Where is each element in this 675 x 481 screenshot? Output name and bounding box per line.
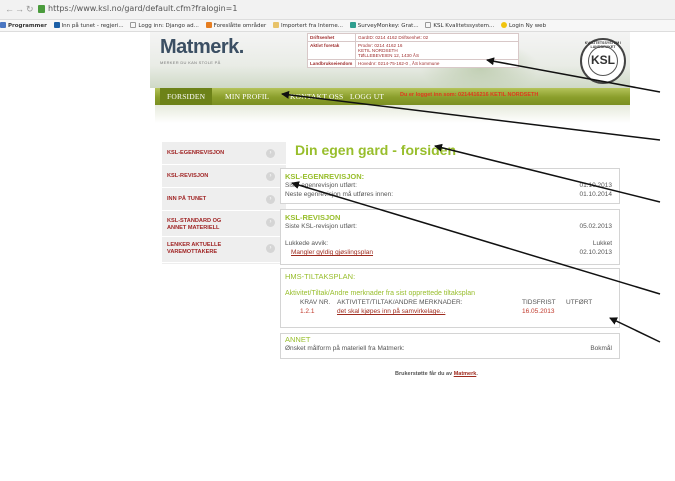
hms-row-tiltak-link[interactable]: det skal kjøpes inn på samvirkelage...	[337, 308, 445, 315]
sidebar-item-inn-pa-tunet[interactable]: INN PÅ TUNET ›	[162, 188, 286, 211]
arrow-icon: ›	[266, 149, 275, 158]
seal-text: KSL	[591, 53, 615, 67]
hms-col-utfort: UTFØRT	[566, 299, 593, 306]
lock-icon	[38, 5, 45, 13]
site-icon	[53, 22, 60, 28]
back-icon[interactable]: ←	[5, 4, 14, 14]
bookmark-item[interactable]: Login Ny web	[500, 20, 546, 31]
hms-col-frist: TIDSFRIST	[522, 299, 556, 306]
revisjon-last-label: Siste KSL-revisjon utført:	[285, 223, 357, 230]
annet-label: Ønsket målform på materiell fra Matmerk:	[285, 345, 405, 352]
info-label: Driftsenhet	[307, 33, 356, 42]
nav-shadow	[155, 105, 630, 123]
nav-forsiden[interactable]: FORSIDEN	[167, 92, 205, 101]
sidebar-item-label: KSL-STANDARD OG ANNET MATERIELL	[167, 218, 222, 231]
arrow-icon: ›	[266, 218, 275, 227]
site-icon	[205, 22, 212, 28]
matmerk-link[interactable]: Matmerk	[454, 371, 477, 377]
bookmark-item[interactable]: Logg inn: Django ad...	[130, 20, 199, 31]
bookmark-item[interactable]: Programmer	[0, 20, 47, 31]
site-icon	[349, 22, 356, 28]
page-icon	[130, 22, 137, 28]
support-text: Brukerstøtte får du av Matmerk.	[395, 371, 478, 377]
sidebar-item-label: INN PÅ TUNET	[167, 196, 207, 202]
info-label: Landbrukseiendom	[307, 59, 356, 68]
info-value: GardID: 0214 4162 Driftsenhet: 02	[355, 33, 519, 42]
nav-logg-ut[interactable]: LOGG UT	[350, 92, 384, 101]
revisjon-heading: KSL-REVISJON	[285, 213, 341, 222]
support-label: Brukerstøtte får du av	[395, 371, 453, 377]
logged-in-status: Du er logget inn som: 0214416216 KETIL N…	[400, 92, 539, 98]
arrow-icon: ›	[266, 244, 275, 253]
bookmarks-bar: Programmer Inn på tunet - regjeri... Log…	[0, 20, 675, 32]
egen-last-label: Siste egenrevisjon utført:	[285, 182, 357, 189]
sidebar-item-label: LENKER AKTUELLE VAREMOTTAKERE	[167, 242, 222, 255]
hms-subheading: Aktivitet/Tiltak/Andre merknader fra sis…	[285, 290, 475, 297]
avvik-status: Lukket	[592, 240, 612, 247]
page-icon	[425, 22, 432, 28]
sidebar-item-revisjon[interactable]: KSL-REVISJON ›	[162, 165, 286, 188]
egen-next-label: Neste egenrevisjon må utføres innen:	[285, 191, 394, 198]
forward-icon[interactable]: →	[15, 4, 24, 14]
nav-min-profil[interactable]: MIN PROFIL	[225, 92, 269, 101]
folder-icon	[272, 22, 279, 28]
arrow-icon: ›	[266, 172, 275, 181]
ksl-seal-logo: KVALITETSSYSTEM I LANDBRUKET KSL	[580, 38, 626, 84]
bookmark-item[interactable]: SurveyMonkey: Grat...	[349, 20, 419, 31]
hms-col-krav: KRAV NR.	[300, 299, 331, 306]
egen-last-date: 01.10.2013	[579, 182, 612, 189]
bookmark-item[interactable]: Foreslåtte områder	[205, 20, 266, 31]
info-row: Driftsenhet GardID: 0214 4162 Driftsenhe…	[307, 33, 519, 42]
hms-row-frist: 16.05.2013	[522, 308, 555, 315]
bookmark-item[interactable]: Importert fra Interne...	[272, 20, 343, 31]
browser-address-bar: ← → ↻ https://www.ksl.no/gard/default.cf…	[0, 0, 675, 20]
annet-value: Bokmål	[590, 345, 612, 352]
info-row: Landbrukseiendom Hovednr: 0214-75-162-0 …	[307, 59, 519, 68]
hms-col-tiltak: AKTIVITET/TILTAK/ANDRE MERKNADER:	[337, 299, 463, 306]
reload-icon[interactable]: ↻	[26, 4, 34, 15]
sidebar-item-label: KSL-REVISJON	[167, 173, 209, 179]
logo-tagline: MERKER DU KAN STOLE PÅ	[160, 60, 221, 65]
support-dot: .	[476, 371, 478, 377]
nav-kontakt-oss[interactable]: KONTAKT OSS	[290, 92, 343, 101]
bookmark-item[interactable]: KSL Kvalitetssystem...	[425, 20, 494, 31]
farm-info-table: Driftsenhet GardID: 0214 4162 Driftsenhe…	[307, 33, 519, 68]
egenrevisjon-heading: KSL-EGENREVISJON:	[285, 172, 365, 181]
hms-heading: HMS-TILTAKSPLAN:	[285, 272, 356, 281]
avvik-label: Lukkede avvik:	[285, 240, 328, 247]
url-field[interactable]: https://www.ksl.no/gard/default.cfm?fral…	[48, 4, 237, 13]
matmerk-logo[interactable]: Matmerk.	[160, 36, 244, 59]
annet-heading: ANNET	[285, 335, 311, 344]
apps-icon	[0, 22, 6, 28]
sidebar-item-egenrevisjon[interactable]: KSL-EGENREVISJON ›	[162, 142, 286, 165]
sidebar-item-standard[interactable]: KSL-STANDARD OG ANNET MATERIELL ›	[162, 211, 286, 237]
page-title: Din egen gard - forsiden	[295, 142, 457, 158]
arrow-icon: ›	[266, 195, 275, 204]
sidebar-item-lenker[interactable]: LENKER AKTUELLE VAREMOTTAKERE ›	[162, 237, 286, 263]
site-icon	[500, 22, 507, 28]
bookmark-item[interactable]: Inn på tunet - regjeri...	[53, 20, 124, 31]
info-value: Hovednr: 0214-75-162-0 , ÅS kommune	[355, 59, 519, 68]
hms-row-krav: 1.2.1	[300, 308, 315, 315]
info-row: Aktivt foretak Prodnr: 0214 4162 16 KETI…	[307, 41, 519, 60]
avvik-date: 02.10.2013	[579, 249, 612, 256]
revisjon-last-date: 05.02.2013	[579, 223, 612, 230]
avvik-link[interactable]: Mangler gyldig gjøslingsplan	[291, 249, 373, 256]
info-value: Prodnr: 0214 4162 16 KETIL NORDSETH TØLL…	[355, 41, 519, 60]
egen-next-date: 01.10.2014	[579, 191, 612, 198]
info-label: Aktivt foretak	[307, 41, 356, 60]
sidebar-item-label: KSL-EGENREVISJON	[167, 150, 225, 156]
